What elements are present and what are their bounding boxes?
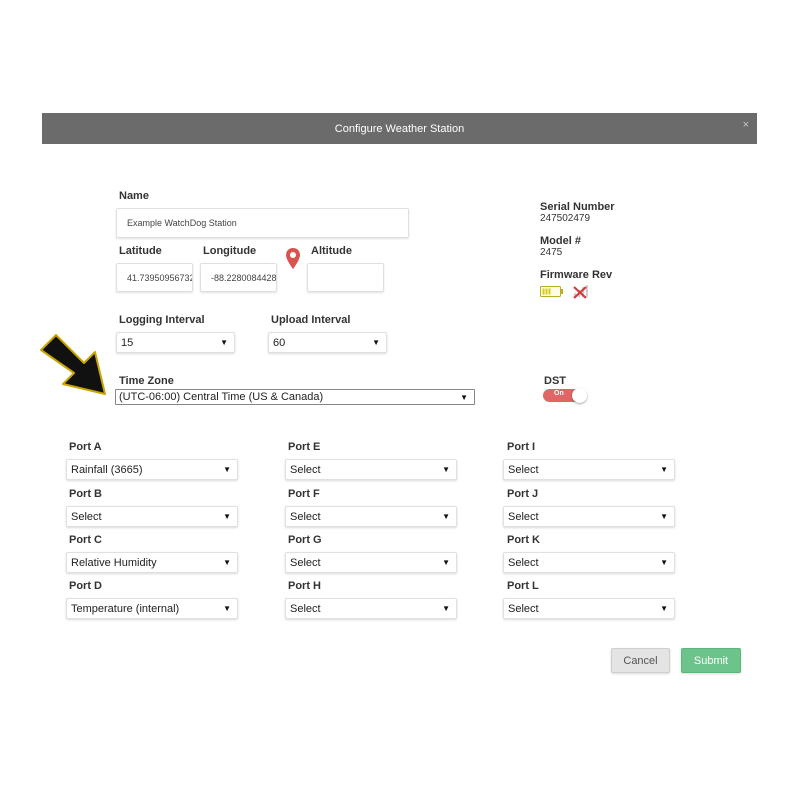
chevron-down-icon: ▼ (372, 338, 380, 347)
dialog-titlebar: Configure Weather Station × (42, 113, 757, 144)
dst-label: DST (544, 375, 566, 387)
chevron-down-icon: ▼ (223, 465, 231, 474)
upload-interval-select[interactable]: 60 ▼ (268, 332, 387, 353)
toggle-knob (572, 388, 587, 403)
chevron-down-icon: ▼ (660, 558, 668, 567)
port-e-label: Port E (288, 441, 321, 453)
port-b-value: Select (71, 510, 102, 523)
port-c-label: Port C (69, 534, 102, 546)
name-label: Name (119, 190, 149, 202)
port-g-label: Port G (288, 534, 322, 546)
port-i-select[interactable]: Select ▼ (503, 459, 675, 480)
port-b-select[interactable]: Select ▼ (66, 506, 238, 527)
port-j-value: Select (508, 510, 539, 523)
port-a-select[interactable]: Rainfall (3665) ▼ (66, 459, 238, 480)
port-f-value: Select (290, 510, 321, 523)
chevron-down-icon: ▼ (460, 392, 468, 402)
port-h-value: Select (290, 602, 321, 615)
port-a-label: Port A (69, 441, 102, 453)
chevron-down-icon: ▼ (442, 604, 450, 613)
port-g-value: Select (290, 556, 321, 569)
chevron-down-icon: ▼ (660, 604, 668, 613)
latitude-label: Latitude (119, 245, 162, 257)
name-value: Example WatchDog Station (127, 218, 237, 228)
chevron-down-icon: ▼ (442, 512, 450, 521)
time-zone-value: (UTC-06:00) Central Time (US & Canada) (119, 391, 324, 403)
port-b-label: Port B (69, 488, 102, 500)
close-icon[interactable]: × (743, 119, 749, 131)
chevron-down-icon: ▼ (223, 604, 231, 613)
port-f-label: Port F (288, 488, 320, 500)
logging-interval-value: 15 (121, 336, 134, 349)
chevron-down-icon: ▼ (660, 512, 668, 521)
altitude-input[interactable] (307, 263, 384, 292)
port-j-select[interactable]: Select ▼ (503, 506, 675, 527)
logging-interval-select[interactable]: 15 ▼ (116, 332, 235, 353)
battery-icon (540, 284, 564, 297)
chevron-down-icon: ▼ (220, 338, 228, 347)
firmware-rev-label: Firmware Rev (540, 269, 613, 281)
upload-interval-label: Upload Interval (271, 314, 351, 326)
port-i-label: Port I (507, 441, 536, 453)
serial-number-label: Serial Number (540, 201, 615, 213)
port-d-select[interactable]: Temperature (internal) ▼ (66, 598, 238, 619)
port-e-value: Select (290, 463, 321, 476)
port-h-select[interactable]: Select ▼ (285, 598, 457, 619)
map-pin-icon[interactable] (285, 247, 301, 271)
port-l-select[interactable]: Select ▼ (503, 598, 675, 619)
chevron-down-icon: ▼ (223, 558, 231, 567)
altitude-label: Altitude (311, 245, 352, 257)
chevron-down-icon: ▼ (442, 558, 450, 567)
port-h-label: Port H (288, 580, 321, 592)
no-signal-icon (571, 283, 591, 299)
time-zone-label: Time Zone (119, 375, 174, 387)
longitude-label: Longitude (203, 245, 257, 257)
model-value: 2475 (540, 247, 563, 258)
port-e-select[interactable]: Select ▼ (285, 459, 457, 480)
port-c-value: Relative Humidity (71, 556, 157, 569)
port-a-value: Rainfall (3665) (71, 463, 143, 476)
port-c-select[interactable]: Relative Humidity ▼ (66, 552, 238, 573)
port-d-label: Port D (69, 580, 102, 592)
port-k-value: Select (508, 556, 539, 569)
port-l-value: Select (508, 602, 539, 615)
arrow-pointer-icon (38, 332, 110, 398)
port-l-label: Port L (507, 580, 539, 592)
latitude-value: 41.73950956732 (127, 272, 193, 283)
port-i-value: Select (508, 463, 539, 476)
longitude-input[interactable]: -88.22800844287 (200, 263, 277, 292)
upload-interval-value: 60 (273, 336, 286, 349)
time-zone-select[interactable]: (UTC-06:00) Central Time (US & Canada) ▼ (115, 389, 475, 405)
latitude-input[interactable]: 41.73950956732 (116, 263, 193, 292)
name-input[interactable]: Example WatchDog Station (116, 208, 409, 238)
port-g-select[interactable]: Select ▼ (285, 552, 457, 573)
model-label: Model # (540, 235, 581, 247)
dialog-title: Configure Weather Station (334, 122, 465, 135)
longitude-value: -88.22800844287 (211, 272, 277, 283)
port-k-select[interactable]: Select ▼ (503, 552, 675, 573)
dst-toggle[interactable]: On (543, 388, 587, 403)
dst-toggle-label: On (554, 390, 564, 397)
submit-button[interactable]: Submit (681, 648, 741, 673)
chevron-down-icon: ▼ (223, 512, 231, 521)
cancel-button[interactable]: Cancel (611, 648, 670, 673)
chevron-down-icon: ▼ (660, 465, 668, 474)
serial-number-value: 247502479 (540, 213, 591, 224)
port-k-label: Port K (507, 534, 540, 546)
port-j-label: Port J (507, 488, 539, 500)
chevron-down-icon: ▼ (442, 465, 450, 474)
port-f-select[interactable]: Select ▼ (285, 506, 457, 527)
port-d-value: Temperature (internal) (71, 602, 180, 615)
logging-interval-label: Logging Interval (119, 314, 205, 326)
